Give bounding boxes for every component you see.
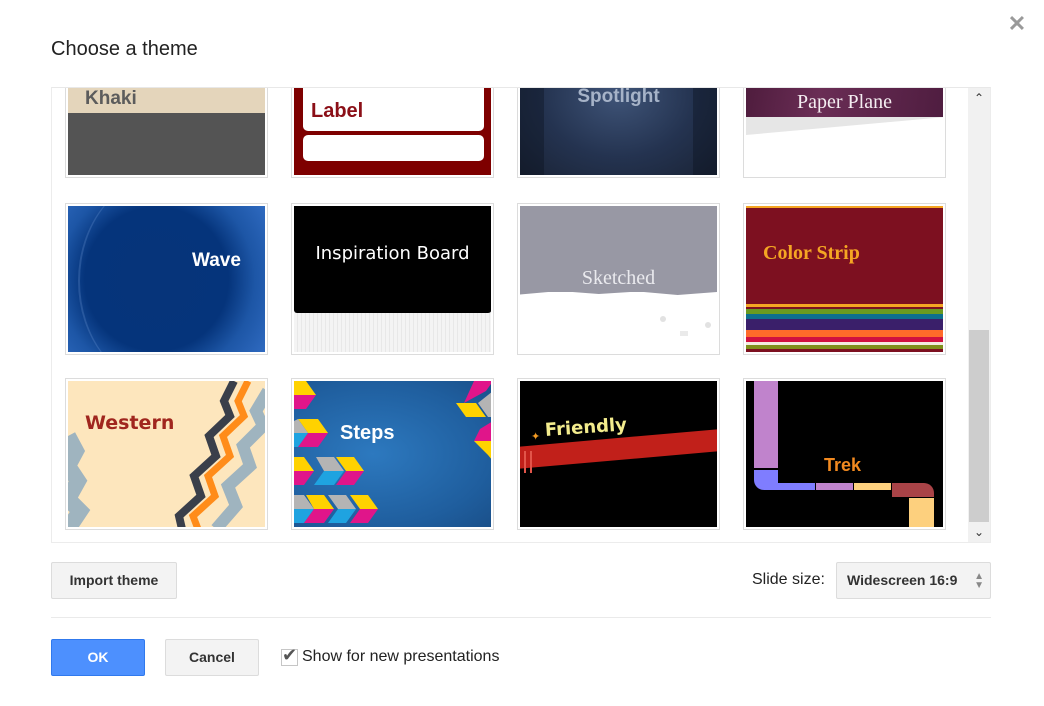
theme-steps[interactable]: Steps <box>291 378 494 530</box>
theme-title: Label <box>311 100 364 122</box>
close-icon[interactable]: ✕ <box>1006 12 1028 36</box>
steps-chevron-art <box>294 381 491 523</box>
theme-title: Steps <box>340 422 395 444</box>
theme-title: Inspiration Board <box>315 243 470 264</box>
theme-friendly[interactable]: ✦ Friendly <box>517 378 720 530</box>
theme-title: Wave <box>192 250 241 271</box>
star-icon: ✦ <box>531 431 541 443</box>
theme-western[interactable]: Western <box>65 378 268 530</box>
scroll-down-icon[interactable]: ⌄ <box>968 522 990 542</box>
slide-size-label: Slide size: <box>752 571 825 588</box>
cancel-button[interactable]: Cancel <box>165 639 259 676</box>
theme-label[interactable]: Label <box>291 88 494 178</box>
scroll-up-icon[interactable]: ⌃ <box>968 88 990 108</box>
theme-trek[interactable]: Trek <box>743 378 946 530</box>
theme-title: Paper Plane <box>797 91 892 113</box>
ok-button[interactable]: OK <box>51 639 145 676</box>
theme-khaki[interactable]: Khaki <box>65 88 268 178</box>
import-theme-button[interactable]: Import theme <box>51 562 177 599</box>
theme-paper-plane[interactable]: Paper Plane <box>743 88 946 178</box>
show-checkbox[interactable]: ✔ <box>281 645 298 666</box>
scrollbar-thumb[interactable] <box>969 330 989 522</box>
theme-color-strip[interactable]: Color Strip <box>743 203 946 355</box>
theme-title: Color Strip <box>763 242 860 264</box>
show-checkbox-label: Show for new presentations <box>302 648 500 665</box>
theme-title: Trek <box>824 455 862 475</box>
show-for-new-presentations-toggle[interactable]: ✔ Show for new presentations <box>281 645 500 666</box>
theme-title: Friendly <box>544 414 628 441</box>
dialog-title: Choose a theme <box>51 38 198 60</box>
theme-gallery: Khaki Label Spotlight Paper Plane Wave I… <box>51 87 991 543</box>
western-zigzag-art <box>68 381 265 527</box>
theme-title: Spotlight <box>577 87 660 107</box>
slide-size-value: Widescreen 16:9 <box>847 572 958 588</box>
theme-inspiration-board[interactable]: Inspiration Board <box>291 203 494 355</box>
theme-spotlight[interactable]: Spotlight <box>517 87 720 178</box>
sort-arrows-icon: ▲ ▼ <box>974 571 984 591</box>
gallery-scrollbar[interactable]: ⌃ ⌄ <box>968 88 990 542</box>
theme-sketched[interactable]: Sketched <box>517 203 720 355</box>
slide-size-select[interactable]: Widescreen 16:9 ▲ ▼ <box>836 562 991 599</box>
checkmark-icon: ✔ <box>282 644 298 665</box>
theme-title: Western <box>85 412 175 434</box>
theme-title: Sketched <box>581 267 656 289</box>
theme-title: Khaki <box>85 88 137 109</box>
theme-wave[interactable]: Wave <box>65 203 268 355</box>
footer-divider <box>51 617 991 618</box>
